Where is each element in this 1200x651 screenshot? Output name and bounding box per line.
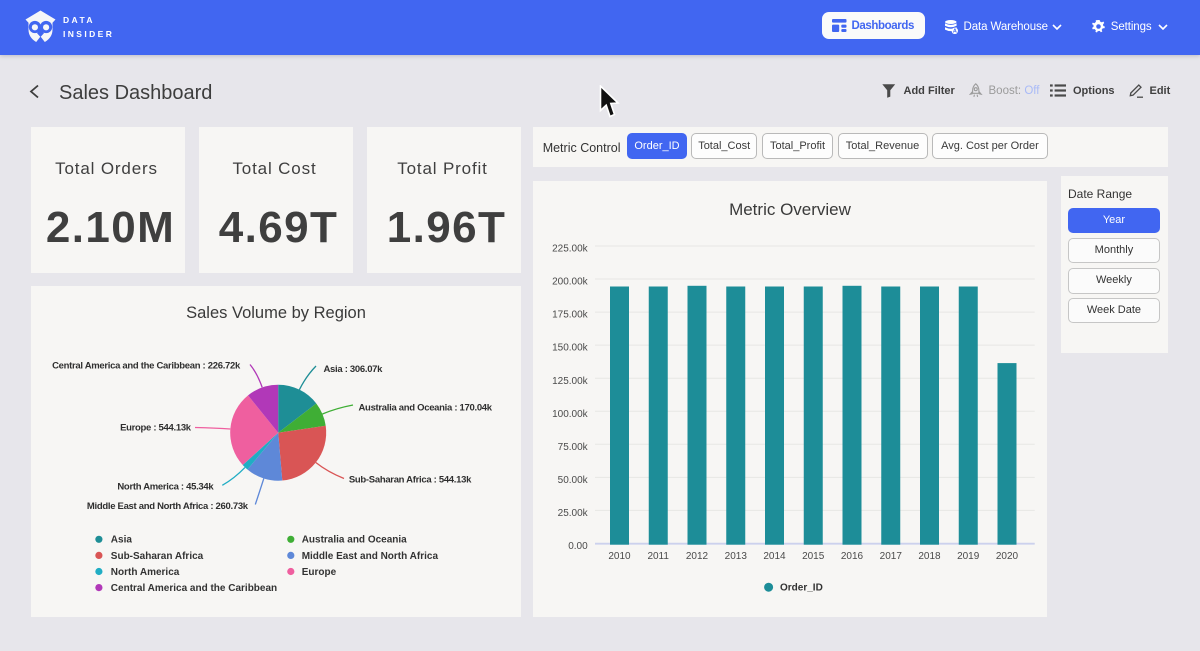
svg-text:2013: 2013 [725,551,748,562]
svg-text:Australia and Oceania : 170.04: Australia and Oceania : 170.04k [359,402,493,413]
svg-text:Middle East and North Africa :: Middle East and North Africa : 260.73k [87,501,249,512]
svg-text:2020: 2020 [996,551,1019,562]
svg-text:Order_ID: Order_ID [780,583,823,594]
svg-text:North America : 45.34k: North America : 45.34k [117,482,214,493]
svg-text:2017: 2017 [880,551,903,562]
svg-text:150.00k: 150.00k [552,343,589,354]
svg-text:125.00k: 125.00k [552,376,589,387]
svg-text:North America: North America [111,567,180,578]
svg-text:200.00k: 200.00k [552,277,589,288]
svg-text:25.00k: 25.00k [558,508,589,519]
svg-text:2015: 2015 [802,551,825,562]
svg-text:0.00: 0.00 [568,541,588,552]
svg-text:Asia : 306.07k: Asia : 306.07k [324,364,384,375]
svg-text:Middle East and North Africa: Middle East and North Africa [302,551,439,562]
svg-text:2010: 2010 [608,551,631,562]
svg-text:Central America and the Caribb: Central America and the Caribbean : 226.… [52,361,241,372]
svg-text:175.00k: 175.00k [552,310,589,321]
svg-text:Sub-Saharan Africa: Sub-Saharan Africa [111,551,204,562]
svg-text:100.00k: 100.00k [552,409,589,420]
svg-text:Asia: Asia [111,535,133,546]
svg-text:2012: 2012 [686,551,709,562]
svg-text:Europe: Europe [302,567,337,578]
svg-text:50.00k: 50.00k [558,475,589,486]
svg-text:2019: 2019 [957,551,980,562]
svg-text:225.00k: 225.00k [552,244,589,255]
svg-text:Europe : 544.13k: Europe : 544.13k [120,423,192,434]
svg-text:Central America and the Caribb: Central America and the Caribbean [111,583,277,594]
svg-text:2018: 2018 [918,551,941,562]
svg-text:2014: 2014 [763,551,786,562]
svg-text:Australia and Oceania: Australia and Oceania [302,535,407,546]
svg-text:A: A [952,28,956,33]
svg-text:75.00k: 75.00k [558,442,589,453]
svg-text:2016: 2016 [841,551,864,562]
svg-text:2011: 2011 [647,551,669,562]
svg-text:Sub-Saharan Africa : 544.13k: Sub-Saharan Africa : 544.13k [349,475,472,486]
